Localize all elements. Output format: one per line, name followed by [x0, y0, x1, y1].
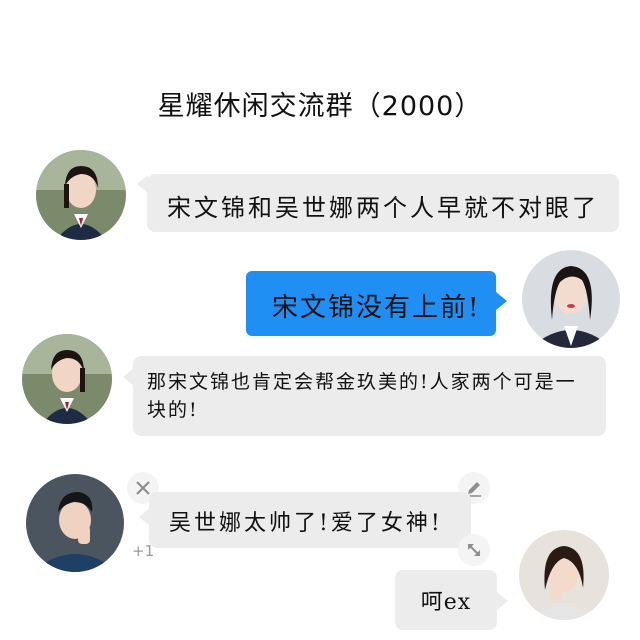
message-bubble-4[interactable]: 吴世娜太帅了!爱了女神!: [149, 492, 471, 548]
message-text: 那宋文锦也肯定会帮金玖美的!人家两个可是一块的!: [147, 371, 577, 421]
avatar-sender-2[interactable]: [22, 334, 112, 424]
message-text: 宋文锦没有上前!: [272, 293, 481, 323]
resize-control[interactable]: [458, 534, 490, 566]
group-title: 星耀休闲交流群（2000）: [157, 91, 483, 122]
avatar-sender-1[interactable]: [36, 150, 126, 240]
message-text: 宋文锦和吴世娜两个人早就不对眼了: [167, 194, 599, 222]
message-text: 呵ex: [420, 590, 472, 615]
avatar-self[interactable]: [522, 250, 620, 348]
resize-icon: [468, 544, 480, 556]
message-bubble-1[interactable]: 宋文锦和吴世娜两个人早就不对眼了: [147, 174, 619, 232]
message-text: 吴世娜太帅了!爱了女神!: [169, 511, 443, 536]
close-icon: [136, 481, 150, 495]
message-bubble-2[interactable]: 宋文锦没有上前!: [246, 271, 496, 336]
message-bubble-3[interactable]: 那宋文锦也肯定会帮金玖美的!人家两个可是一块的!: [133, 356, 606, 436]
avatar-sender-3[interactable]: [26, 474, 124, 572]
plus-one-label[interactable]: +1: [132, 542, 154, 560]
avatar-sender-4[interactable]: [519, 530, 609, 620]
message-bubble-5[interactable]: 呵ex: [395, 570, 497, 630]
